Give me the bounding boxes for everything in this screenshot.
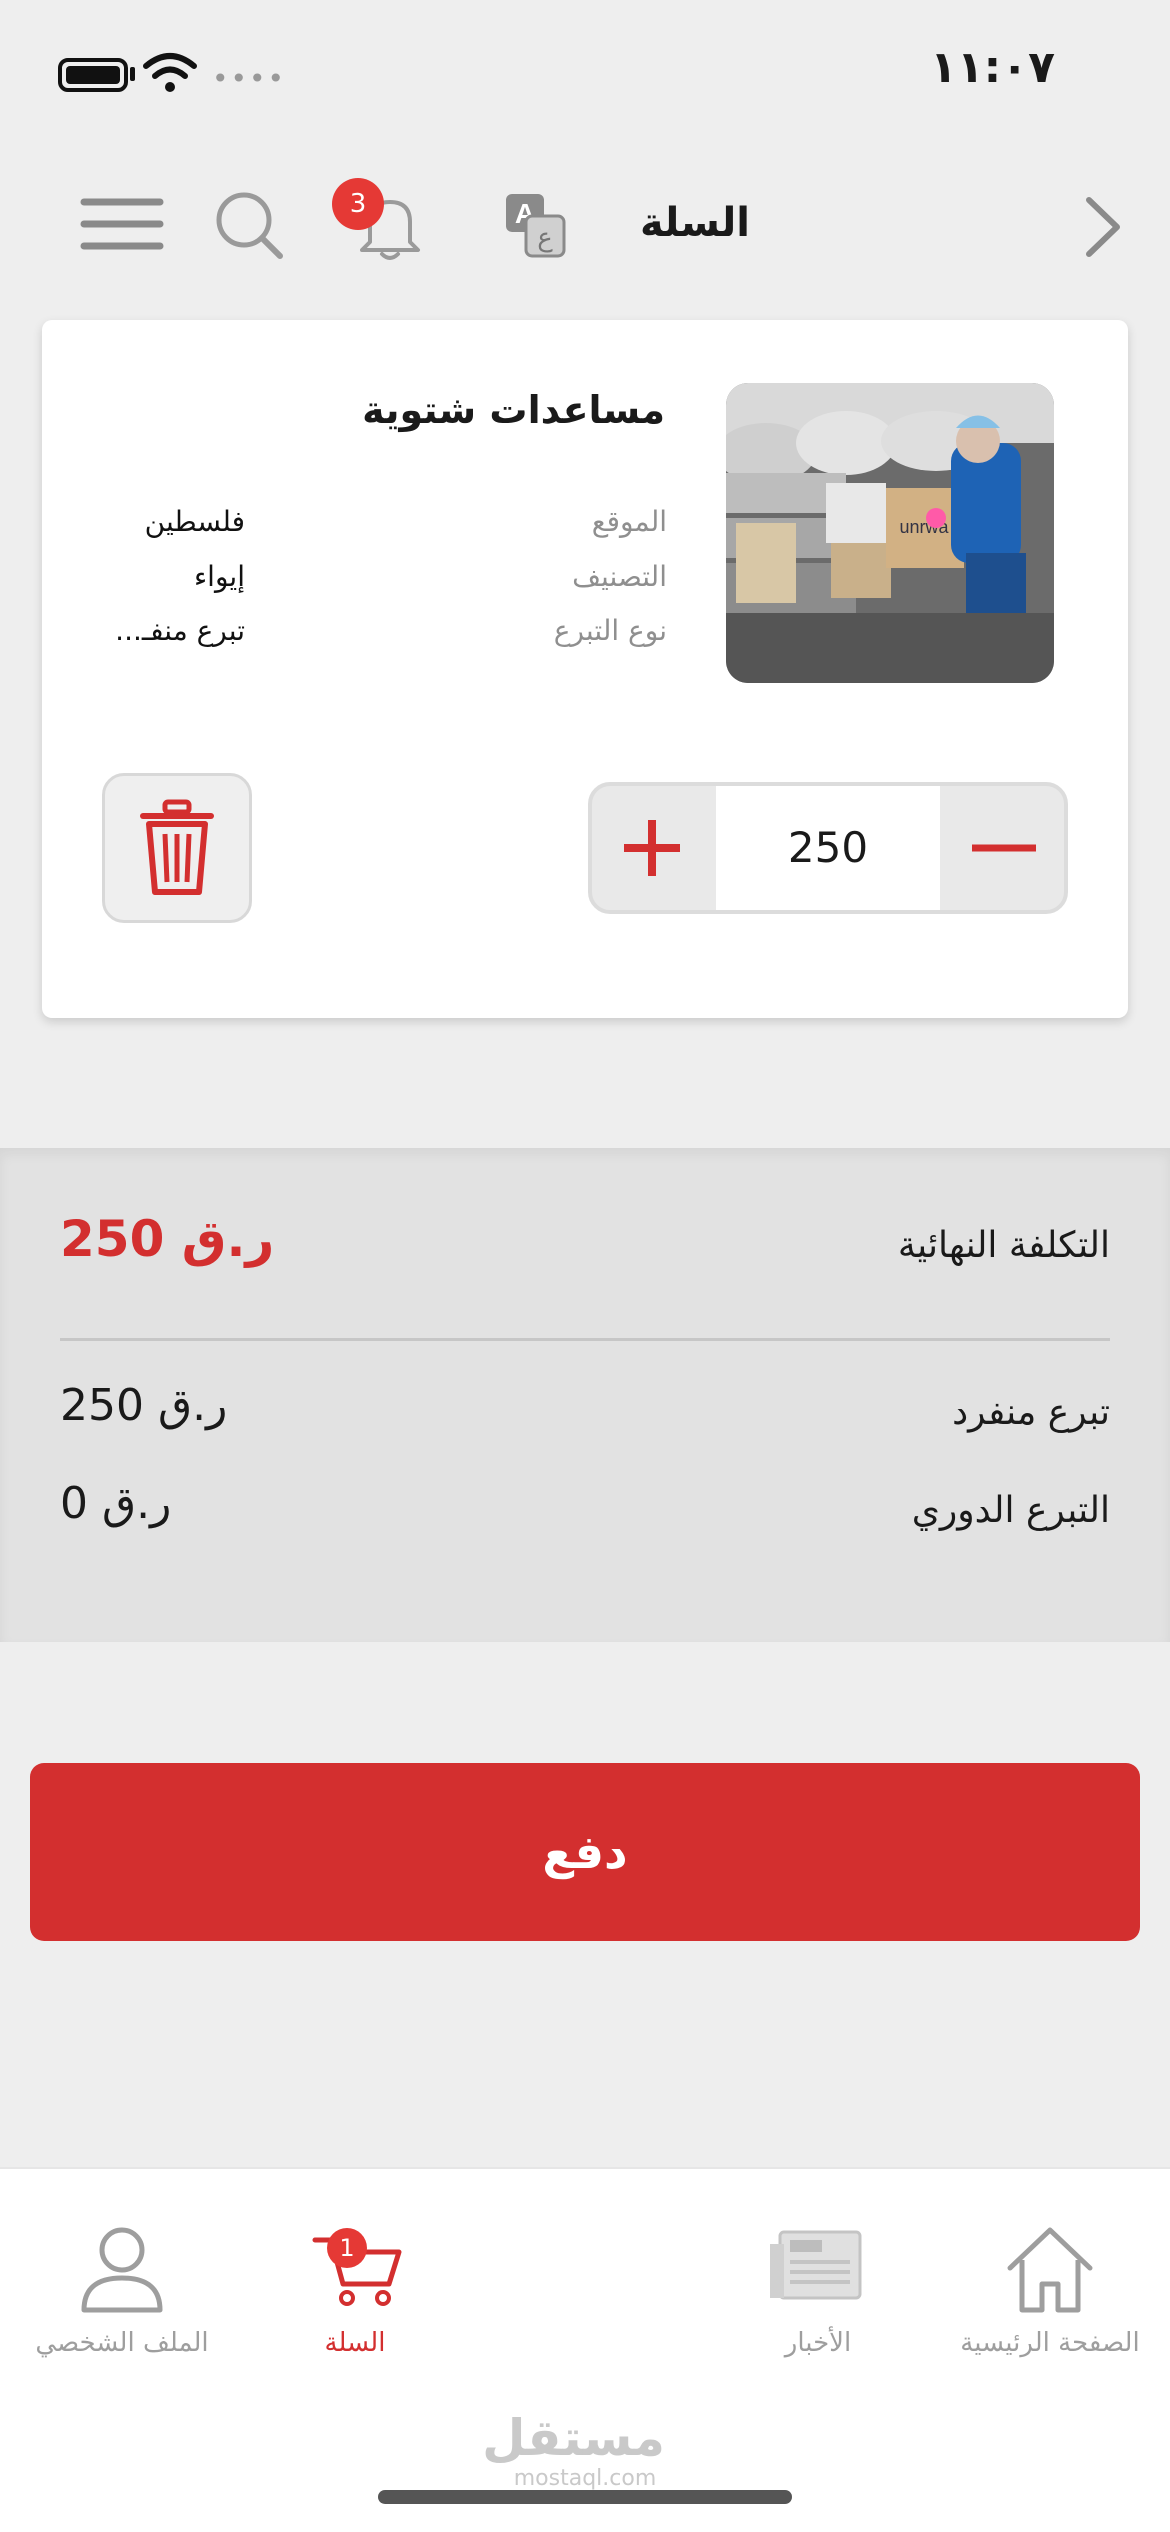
battery-tip bbox=[130, 67, 135, 81]
search-icon[interactable] bbox=[212, 188, 286, 262]
wifi-icon bbox=[143, 53, 197, 92]
news-icon bbox=[770, 2230, 862, 2300]
trash-icon bbox=[140, 799, 214, 895]
cart-badge: 1 bbox=[327, 2228, 367, 2268]
nav-item-news[interactable]: الأخبار bbox=[718, 2222, 918, 2364]
translate-icon[interactable]: A ع bbox=[502, 190, 568, 260]
minus-icon bbox=[972, 844, 1036, 852]
nav-label-news: الأخبار bbox=[784, 2328, 852, 2358]
project-title: مساعدات شتوية bbox=[362, 388, 665, 432]
nav-item-home[interactable]: الصفحة الرئيسية bbox=[950, 2222, 1150, 2364]
recurring-donation-value: ر.ق 0 bbox=[60, 1478, 172, 1529]
meta-label-donation-type: نوع التبرع bbox=[553, 614, 667, 647]
home-indicator[interactable] bbox=[378, 2490, 792, 2504]
total-value: ر.ق 250 bbox=[60, 1210, 275, 1268]
watermark-latin: mostaql.com bbox=[513, 2466, 657, 2491]
meta-value-category: إيواء bbox=[194, 560, 245, 593]
total-label: التكلفة النهائية bbox=[897, 1225, 1110, 1266]
home-icon bbox=[1007, 2227, 1093, 2313]
increase-button[interactable] bbox=[592, 786, 712, 910]
notification-badge: 3 bbox=[332, 178, 384, 230]
project-image: unrwa bbox=[726, 383, 1054, 683]
nav-label-home: الصفحة الرئيسية bbox=[960, 2328, 1140, 2358]
quantity-stepper: 250 bbox=[588, 782, 1068, 914]
plus-icon bbox=[624, 820, 680, 876]
chevron-right-icon[interactable] bbox=[1081, 192, 1125, 262]
signal-dots: •••• bbox=[212, 62, 287, 95]
pay-button[interactable]: دفع bbox=[30, 1763, 1140, 1941]
meta-label-category: التصنيف bbox=[572, 560, 667, 593]
nav-item-profile[interactable]: الملف الشخصي bbox=[22, 2222, 222, 2364]
meta-value-donation-type: تبرع منفـ... bbox=[115, 614, 245, 647]
svg-text:ع: ع bbox=[537, 223, 553, 253]
watermark: مستقل mostaql.com bbox=[482, 2409, 665, 2491]
profile-icon bbox=[81, 2227, 163, 2313]
menu-icon[interactable] bbox=[80, 196, 164, 252]
quantity-value[interactable]: 250 bbox=[716, 786, 940, 910]
battery-icon bbox=[58, 58, 128, 92]
nav-label-profile: الملف الشخصي bbox=[35, 2328, 209, 2358]
single-donation-label: تبرع منفرد bbox=[952, 1392, 1110, 1433]
recurring-donation-label: التبرع الدوري bbox=[911, 1490, 1110, 1531]
decrease-button[interactable] bbox=[944, 786, 1064, 910]
meta-value-location: فلسطين bbox=[144, 505, 245, 538]
summary-divider bbox=[60, 1338, 1110, 1341]
nav-label-cart: السلة bbox=[324, 2328, 386, 2358]
delete-button[interactable] bbox=[102, 773, 252, 923]
watermark-arabic: مستقل bbox=[482, 2409, 665, 2467]
status-time: ١١:٠٧ bbox=[929, 42, 1055, 93]
single-donation-value: ر.ق 250 bbox=[60, 1380, 228, 1431]
page-title: السلة bbox=[639, 200, 750, 246]
meta-label-location: الموقع bbox=[591, 505, 667, 538]
